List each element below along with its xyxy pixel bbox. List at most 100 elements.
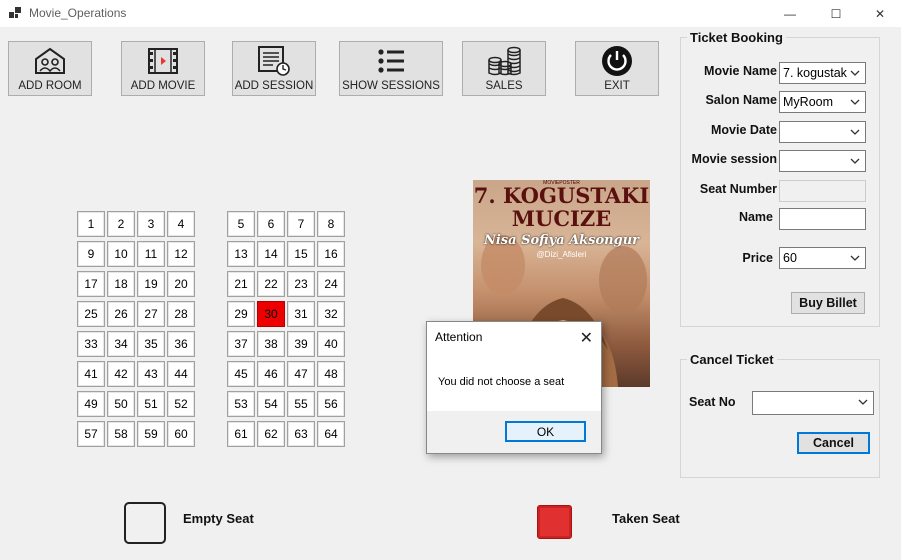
seat-no-combo[interactable] bbox=[752, 391, 874, 415]
seat-button[interactable]: 27 bbox=[137, 301, 165, 327]
seat-button[interactable]: 38 bbox=[257, 331, 285, 357]
seat-button[interactable]: 28 bbox=[167, 301, 195, 327]
seat-button[interactable]: 48 bbox=[317, 361, 345, 387]
movie-session-label: Movie session bbox=[691, 152, 777, 166]
seat-button[interactable]: 39 bbox=[287, 331, 315, 357]
seat-button[interactable]: 59 bbox=[137, 421, 165, 447]
seat-button[interactable]: 33 bbox=[77, 331, 105, 357]
taken-seat-swatch bbox=[537, 505, 572, 539]
seat-button[interactable]: 15 bbox=[287, 241, 315, 267]
list-icon bbox=[377, 46, 405, 76]
seat-button[interactable]: 37 bbox=[227, 331, 255, 357]
add-room-label: ADD ROOM bbox=[18, 80, 82, 92]
seat-button[interactable]: 34 bbox=[107, 331, 135, 357]
film-icon bbox=[148, 46, 178, 76]
exit-label: EXIT bbox=[604, 80, 630, 92]
seat-button[interactable]: 4 bbox=[167, 211, 195, 237]
salon-name-label: Salon Name bbox=[705, 93, 777, 107]
empty-seat-label: Empty Seat bbox=[183, 511, 254, 526]
seat-button[interactable]: 42 bbox=[107, 361, 135, 387]
seat-button[interactable]: 53 bbox=[227, 391, 255, 417]
add-room-button[interactable]: ADD ROOM bbox=[8, 41, 92, 96]
seat-button[interactable]: 1 bbox=[77, 211, 105, 237]
minimize-button[interactable]: — bbox=[767, 0, 813, 27]
seat-button[interactable]: 55 bbox=[287, 391, 315, 417]
cancel-button[interactable]: Cancel bbox=[797, 432, 870, 454]
seat-button[interactable]: 32 bbox=[317, 301, 345, 327]
seat-button[interactable]: 44 bbox=[167, 361, 195, 387]
seat-button[interactable]: 10 bbox=[107, 241, 135, 267]
seat-button[interactable]: 56 bbox=[317, 391, 345, 417]
add-movie-button[interactable]: ADD MOVIE bbox=[121, 41, 205, 96]
seat-button[interactable]: 64 bbox=[317, 421, 345, 447]
seat-button[interactable]: 62 bbox=[257, 421, 285, 447]
seat-button[interactable]: 13 bbox=[227, 241, 255, 267]
seat-button[interactable]: 57 bbox=[77, 421, 105, 447]
seat-button[interactable]: 20 bbox=[167, 271, 195, 297]
seat-button[interactable]: 52 bbox=[167, 391, 195, 417]
maximize-button[interactable]: ☐ bbox=[813, 0, 859, 27]
seat-button[interactable]: 29 bbox=[227, 301, 255, 327]
buy-billet-button[interactable]: Buy Billet bbox=[791, 292, 865, 314]
seat-button[interactable]: 23 bbox=[287, 271, 315, 297]
cancel-ticket-title: Cancel Ticket bbox=[687, 352, 777, 367]
seat-button[interactable]: 9 bbox=[77, 241, 105, 267]
seat-button[interactable]: 18 bbox=[107, 271, 135, 297]
seat-button[interactable]: 36 bbox=[167, 331, 195, 357]
seat-button[interactable]: 45 bbox=[227, 361, 255, 387]
price-combo[interactable]: 60 bbox=[779, 247, 866, 269]
poster-title: 7. KOGUSTAKI MUCIZE bbox=[473, 183, 650, 231]
name-field[interactable] bbox=[779, 208, 866, 230]
dialog-footer: OK bbox=[427, 411, 601, 453]
movie-date-combo[interactable] bbox=[779, 121, 866, 143]
seat-button[interactable]: 26 bbox=[107, 301, 135, 327]
seat-button[interactable]: 17 bbox=[77, 271, 105, 297]
movie-name-combo[interactable]: 7. kogustak bbox=[779, 62, 866, 84]
seat-button[interactable]: 60 bbox=[167, 421, 195, 447]
exit-button[interactable]: EXIT bbox=[575, 41, 659, 96]
seat-button[interactable]: 12 bbox=[167, 241, 195, 267]
close-window-button[interactable]: ✕ bbox=[857, 0, 901, 27]
sales-button[interactable]: SALES bbox=[462, 41, 546, 96]
seat-button[interactable]: 8 bbox=[317, 211, 345, 237]
seat-button[interactable]: 11 bbox=[137, 241, 165, 267]
seat-button[interactable]: 14 bbox=[257, 241, 285, 267]
coins-icon bbox=[487, 46, 521, 76]
seat-button[interactable]: 61 bbox=[227, 421, 255, 447]
seat-button[interactable]: 47 bbox=[287, 361, 315, 387]
room-icon bbox=[34, 46, 66, 76]
ok-button[interactable]: OK bbox=[505, 421, 586, 442]
seat-button[interactable]: 49 bbox=[77, 391, 105, 417]
seat-button[interactable]: 31 bbox=[287, 301, 315, 327]
seat-button[interactable]: 7 bbox=[287, 211, 315, 237]
seat-no-label: Seat No bbox=[689, 395, 736, 409]
seat-button[interactable]: 24 bbox=[317, 271, 345, 297]
seat-button[interactable]: 30 bbox=[257, 301, 285, 327]
seat-button[interactable]: 40 bbox=[317, 331, 345, 357]
seat-button[interactable]: 16 bbox=[317, 241, 345, 267]
dialog-close-icon[interactable]: ✕ bbox=[580, 328, 593, 348]
poster-subtitle: Nisa Sofiya Aksongur bbox=[483, 233, 640, 248]
seat-button[interactable]: 46 bbox=[257, 361, 285, 387]
seat-button[interactable]: 5 bbox=[227, 211, 255, 237]
seat-button[interactable]: 25 bbox=[77, 301, 105, 327]
movie-date-label: Movie Date bbox=[711, 123, 777, 137]
add-session-button[interactable]: ADD SESSION bbox=[232, 41, 316, 96]
salon-name-combo[interactable]: MyRoom bbox=[779, 91, 866, 113]
seat-button[interactable]: 63 bbox=[287, 421, 315, 447]
seat-button[interactable]: 2 bbox=[107, 211, 135, 237]
seat-button[interactable]: 58 bbox=[107, 421, 135, 447]
seat-button[interactable]: 35 bbox=[137, 331, 165, 357]
seat-button[interactable]: 19 bbox=[137, 271, 165, 297]
seat-button[interactable]: 50 bbox=[107, 391, 135, 417]
seat-button[interactable]: 43 bbox=[137, 361, 165, 387]
seat-button[interactable]: 21 bbox=[227, 271, 255, 297]
show-sessions-button[interactable]: SHOW SESSIONS bbox=[339, 41, 443, 96]
seat-button[interactable]: 51 bbox=[137, 391, 165, 417]
seat-button[interactable]: 6 bbox=[257, 211, 285, 237]
seat-button[interactable]: 22 bbox=[257, 271, 285, 297]
seat-button[interactable]: 41 bbox=[77, 361, 105, 387]
movie-session-combo[interactable] bbox=[779, 150, 866, 172]
seat-button[interactable]: 3 bbox=[137, 211, 165, 237]
seat-button[interactable]: 54 bbox=[257, 391, 285, 417]
